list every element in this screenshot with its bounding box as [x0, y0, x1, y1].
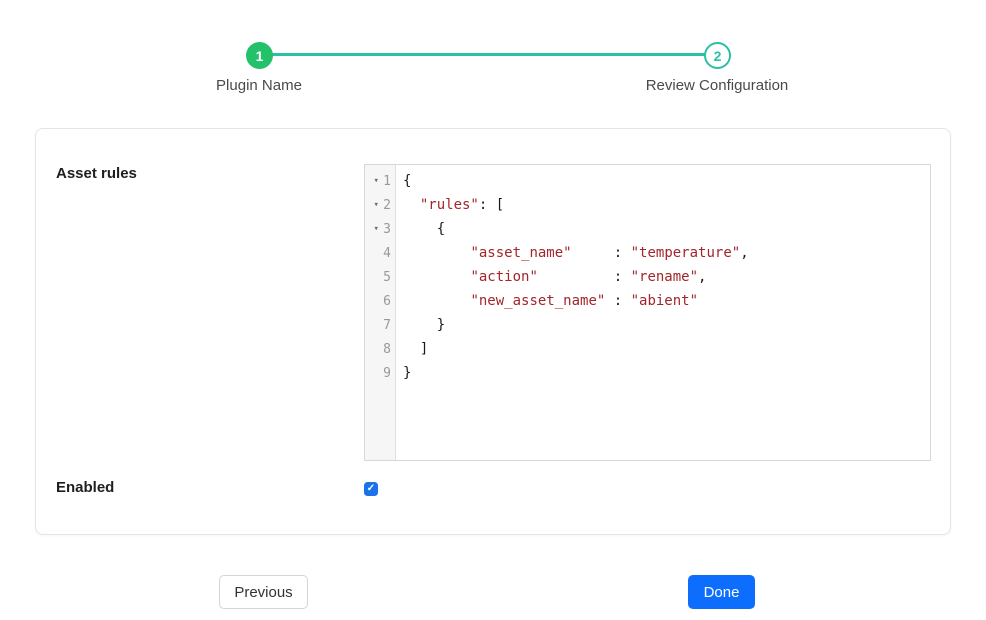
fold-arrow-icon[interactable]: ▾: [371, 224, 381, 234]
code-plain-token: }: [403, 317, 446, 333]
code-plain-token: [403, 197, 420, 213]
line-number: 4: [383, 245, 391, 261]
code-plain-token: ,: [740, 245, 749, 261]
code-plain-token: :: [605, 293, 631, 309]
done-button[interactable]: Done: [688, 575, 755, 609]
editor-gutter: ▾ 1 ▾ 2 ▾ 3 4 5 6 7 8 9: [365, 165, 396, 460]
stepper-connector-line: [270, 53, 706, 56]
code-editor[interactable]: ▾ 1 ▾ 2 ▾ 3 4 5 6 7 8 9 { "rules": [ { "asset_name"…: [364, 164, 931, 461]
code-line[interactable]: "asset_name" : "temperature",: [403, 241, 930, 265]
gutter-line: 7: [365, 313, 395, 337]
step-1-label: Plugin Name: [216, 77, 302, 94]
code-string-token: "abient": [630, 293, 699, 309]
step-1-indicator[interactable]: 1: [246, 42, 273, 69]
code-line[interactable]: }: [403, 313, 930, 337]
code-plain-token: }: [403, 365, 412, 381]
code-line[interactable]: "rules": [: [403, 193, 930, 217]
code-string-token: "asset_name": [470, 245, 572, 261]
line-number: 5: [383, 269, 391, 285]
line-number: 3: [383, 221, 391, 237]
code-string-token: "action": [470, 269, 538, 285]
previous-button[interactable]: Previous: [219, 575, 308, 609]
code-plain-token: :: [537, 269, 631, 285]
enabled-checkbox[interactable]: ✓: [364, 482, 378, 496]
gutter-line: ▾ 2: [365, 193, 395, 217]
code-plain-token: {: [403, 173, 412, 189]
gutter-line: 8: [365, 337, 395, 361]
code-line[interactable]: "new_asset_name" : "abient": [403, 289, 930, 313]
line-number: 2: [383, 197, 391, 213]
code-string-token: "temperature": [630, 245, 741, 261]
editor-code-area[interactable]: { "rules": [ { "asset_name" : "temperatu…: [396, 165, 930, 460]
code-plain-token: [403, 293, 470, 309]
previous-button-label: Previous: [234, 583, 293, 601]
code-string-token: "rename": [630, 269, 699, 285]
done-button-label: Done: [703, 583, 740, 601]
step-2-label: Review Configuration: [645, 77, 789, 94]
code-line[interactable]: ]: [403, 337, 930, 361]
checkmark-icon: ✓: [366, 483, 376, 494]
code-line[interactable]: {: [403, 169, 930, 193]
line-number: 1: [383, 173, 391, 189]
gutter-line: ▾ 1: [365, 169, 395, 193]
code-plain-token: [403, 269, 470, 285]
line-number: 6: [383, 293, 391, 309]
fold-arrow-icon[interactable]: ▾: [371, 176, 381, 186]
gutter-line: 9: [365, 361, 395, 385]
gutter-line: 4: [365, 241, 395, 265]
code-string-token: "new_asset_name": [470, 293, 606, 309]
line-number: 9: [383, 365, 391, 381]
code-plain-token: [403, 245, 470, 261]
gutter-line: 5: [365, 265, 395, 289]
line-number: 7: [383, 317, 391, 333]
code-plain-token: :: [571, 245, 631, 261]
step-2-number: 2: [713, 47, 722, 64]
line-number: 8: [383, 341, 391, 357]
code-line[interactable]: "action" : "rename",: [403, 265, 930, 289]
code-plain-token: {: [403, 221, 446, 237]
asset-rules-label: Asset rules: [56, 165, 137, 182]
code-plain-token: : [: [478, 197, 505, 213]
code-plain-token: ]: [403, 341, 429, 357]
gutter-line: ▾ 3: [365, 217, 395, 241]
config-review-card: Asset rules ▾ 1 ▾ 2 ▾ 3 4 5 6 7 8 9 { "rules": [ { …: [35, 128, 951, 535]
gutter-line: 6: [365, 289, 395, 313]
fold-arrow-icon[interactable]: ▾: [371, 200, 381, 210]
step-1-number: 1: [255, 47, 264, 64]
code-plain-token: ,: [698, 269, 707, 285]
code-line[interactable]: }: [403, 361, 930, 385]
enabled-label: Enabled: [56, 479, 115, 496]
code-line[interactable]: {: [403, 217, 930, 241]
code-string-token: "rules": [419, 197, 479, 213]
step-2-indicator[interactable]: 2: [704, 42, 731, 69]
